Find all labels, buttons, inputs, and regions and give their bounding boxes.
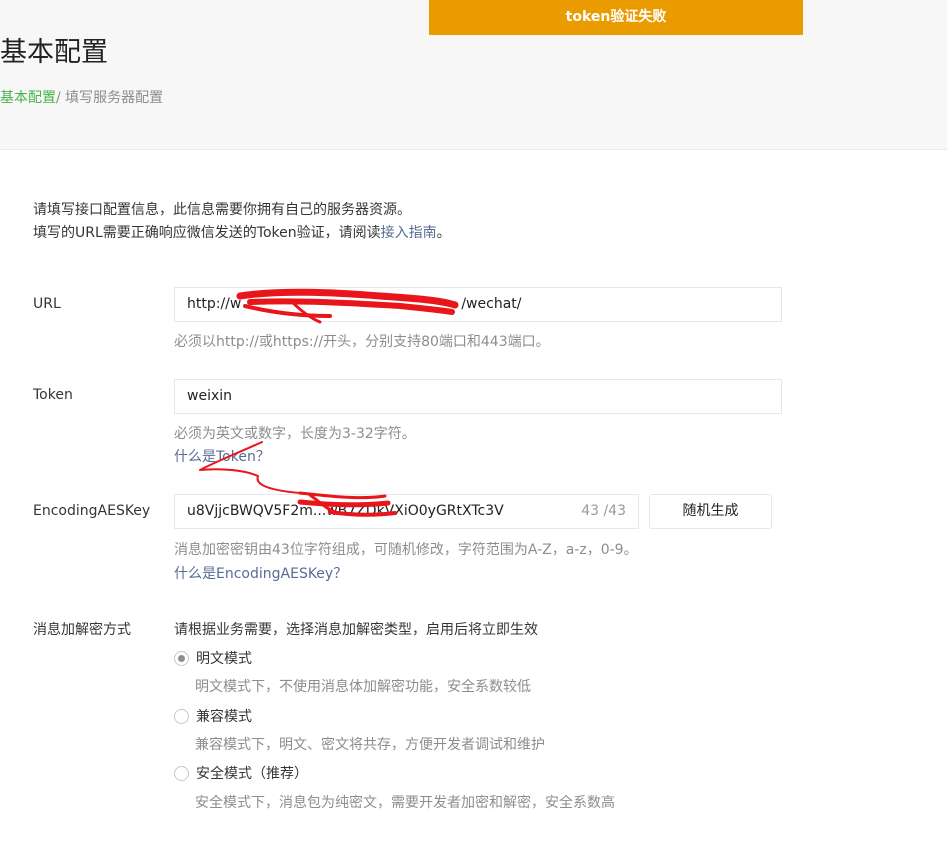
token-label: Token: [33, 387, 73, 403]
radio-compatible-label: 兼容模式: [196, 709, 252, 725]
breadcrumb-current: 填写服务器配置: [65, 90, 164, 106]
encryption-mode-label: 消息加解密方式: [33, 622, 131, 638]
url-label: URL: [33, 296, 61, 312]
what-is-aes-key-link[interactable]: 什么是EncodingAESKey？: [174, 563, 347, 583]
error-toast: token验证失败: [429, 0, 803, 35]
intro-text: 请填写接口配置信息，此信息需要你拥有自己的服务器资源。 填写的URL需要正确响应…: [33, 199, 451, 245]
token-hint: 必须为英文或数字，长度为3-32字符。: [174, 426, 416, 442]
aes-key-counter: 43 /43: [577, 495, 626, 528]
aes-key-input[interactable]: u8VjjcBWQV5F2m...wB7ZDkVXiO0yGRtXTc3V 43…: [174, 494, 639, 529]
url-hint: 必须以http://或https://开头，分别支持80端口和443端口。: [174, 334, 550, 350]
random-generate-button[interactable]: 随机生成: [649, 494, 772, 529]
encryption-instruction: 请根据业务需要，选择消息加解密类型，启用后将立即生效: [174, 622, 538, 638]
plaintext-mode-desc: 明文模式下，不使用消息体加解密功能，安全系数较低: [195, 679, 531, 695]
intro-line-1: 请填写接口配置信息，此信息需要你拥有自己的服务器资源。: [33, 202, 411, 218]
radio-compatible-mode[interactable]: 兼容模式: [174, 706, 252, 726]
radio-plaintext-mode[interactable]: 明文模式: [174, 648, 252, 668]
breadcrumb-separator: /: [56, 90, 61, 106]
secure-mode-desc: 安全模式下，消息包为纯密文，需要开发者加密和解密，安全系数高: [195, 795, 615, 811]
aes-key-value: u8VjjcBWQV5F2m...wB7ZDkVXiO0yGRtXTc3V: [187, 503, 504, 519]
what-is-token-link[interactable]: 什么是Token？: [174, 446, 270, 466]
radio-secure-label: 安全模式（推荐）: [196, 766, 308, 782]
url-value-start: http://w: [187, 296, 242, 312]
page-title: 基本配置: [0, 37, 108, 68]
breadcrumb-link-basic-config[interactable]: 基本配置: [0, 90, 56, 106]
url-input[interactable]: http://w/wechat/: [174, 287, 782, 322]
radio-plaintext-label: 明文模式: [196, 651, 252, 667]
intro-line-2-suffix: 。: [436, 225, 451, 241]
radio-unchecked-icon[interactable]: [174, 765, 189, 781]
breadcrumb: 基本配置/ 填写服务器配置: [0, 87, 163, 107]
url-value-end: /wechat/: [461, 296, 522, 312]
compatible-mode-desc: 兼容模式下，明文、密文将共存，方便开发者调试和维护: [195, 737, 545, 753]
radio-unchecked-icon[interactable]: [174, 708, 189, 724]
token-input[interactable]: weixin: [174, 379, 782, 414]
access-guide-link[interactable]: 接入指南: [381, 225, 437, 241]
intro-line-2-prefix: 填写的URL需要正确响应微信发送的Token验证，请阅读: [33, 225, 381, 241]
aes-key-hint: 消息加密密钥由43位字符组成，可随机修改，字符范围为A-Z，a-z，0-9。: [174, 542, 638, 558]
radio-checked-icon[interactable]: [174, 650, 189, 666]
aes-key-label: EncodingAESKey: [33, 503, 151, 519]
radio-secure-mode[interactable]: 安全模式（推荐）: [174, 763, 308, 783]
intro-line-2: 填写的URL需要正确响应微信发送的Token验证，请阅读接入指南。: [33, 222, 451, 245]
